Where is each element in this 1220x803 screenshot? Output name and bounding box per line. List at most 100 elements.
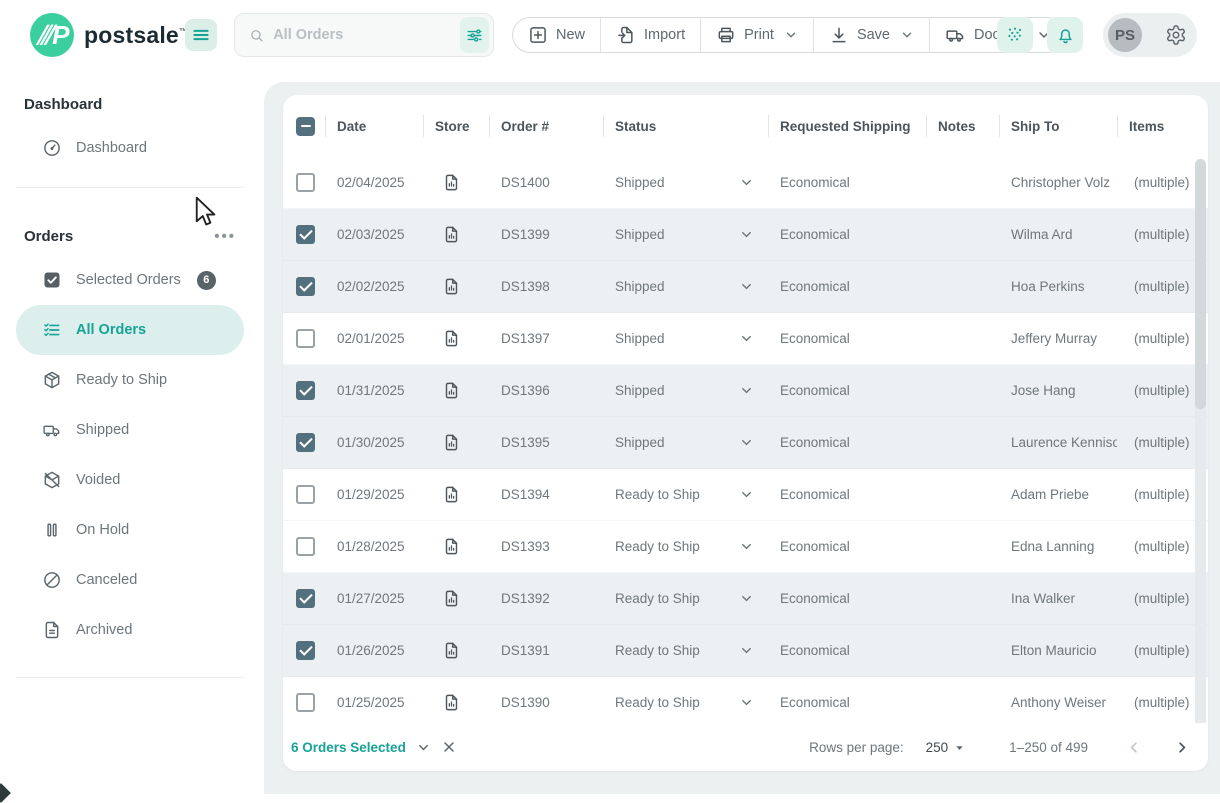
row-checkbox[interactable] [296, 485, 315, 504]
table-row[interactable]: 02/02/2025 DS1398 Shipped Economical Hoa… [283, 261, 1208, 313]
pause-icon [42, 520, 62, 540]
rows-per-page-select[interactable]: 250 [926, 740, 968, 755]
row-checkbox[interactable] [296, 641, 315, 660]
scrollbar-thumb[interactable] [1195, 159, 1206, 409]
status-dropdown-chevron-icon[interactable] [739, 591, 754, 606]
row-checkbox[interactable] [296, 277, 315, 296]
hamburger-menu-button[interactable] [185, 19, 217, 51]
column-header-requested-shipping[interactable]: Requested Shipping [768, 95, 926, 157]
column-header-items[interactable]: Items [1117, 95, 1208, 157]
sidebar-item-dashboard[interactable]: Dashboard [0, 123, 260, 173]
status-dropdown-chevron-icon[interactable] [739, 487, 754, 502]
selected-orders-badge: 6 [197, 271, 216, 290]
sidebar-item-all-orders[interactable]: All Orders [16, 305, 244, 355]
order-date: 01/26/2025 [325, 643, 423, 658]
hamburger-icon [191, 25, 211, 45]
select-all-checkbox[interactable] [296, 117, 315, 136]
save-button[interactable]: Save [813, 18, 929, 52]
previous-page-button[interactable] [1126, 739, 1143, 756]
notifications-button[interactable] [1047, 17, 1083, 53]
table-row[interactable]: 02/01/2025 DS1397 Shipped Economical Jef… [283, 313, 1208, 365]
status-dropdown-chevron-icon[interactable] [739, 643, 754, 658]
sidebar-item-label: Archived [76, 622, 132, 638]
sidebar-divider [16, 677, 244, 678]
new-order-button[interactable]: New [513, 18, 600, 52]
status-dropdown-chevron-icon[interactable] [739, 539, 754, 554]
sidebar-item-shipped[interactable]: Shipped [0, 405, 260, 455]
order-date: 01/29/2025 [325, 487, 423, 502]
order-status: Ready to Ship [615, 591, 700, 606]
order-number: DS1396 [489, 383, 603, 398]
ship-to-name: Jose Hang [999, 383, 1117, 398]
ship-to-name: Jeffery Murray [999, 331, 1117, 346]
store-document-icon [442, 537, 461, 556]
search-input[interactable] [273, 27, 460, 43]
requested-shipping: Economical [768, 539, 926, 554]
table-row[interactable]: 02/03/2025 DS1399 Shipped Economical Wil… [283, 209, 1208, 261]
order-date: 01/27/2025 [325, 591, 423, 606]
row-checkbox[interactable] [296, 693, 315, 712]
sidebar-item-voided[interactable]: Voided [0, 455, 260, 505]
row-checkbox[interactable] [296, 589, 315, 608]
orders-menu-button[interactable]: ••• [214, 234, 236, 240]
row-checkbox[interactable] [296, 225, 315, 244]
next-page-button[interactable] [1173, 739, 1190, 756]
column-header-order[interactable]: Order # [489, 95, 603, 157]
clear-selection-icon[interactable] [441, 739, 457, 755]
search-icon [249, 26, 264, 45]
sidebar-item-on-hold[interactable]: On Hold [0, 505, 260, 555]
column-header-notes[interactable]: Notes [926, 95, 999, 157]
printer-icon [716, 25, 736, 45]
sidebar-item-label: Canceled [76, 572, 137, 588]
requested-shipping: Economical [768, 175, 926, 190]
scan-dots-button[interactable] [997, 17, 1033, 53]
sidebar-item-canceled[interactable]: Canceled [0, 555, 260, 605]
status-dropdown-chevron-icon[interactable] [739, 383, 754, 398]
print-button[interactable]: Print [700, 18, 813, 52]
table-row[interactable]: 01/27/2025 DS1392 Ready to Ship Economic… [283, 573, 1208, 625]
row-checkbox[interactable] [296, 173, 315, 192]
order-number: DS1391 [489, 643, 603, 658]
table-row[interactable]: 01/26/2025 DS1391 Ready to Ship Economic… [283, 625, 1208, 677]
top-bar: ⫻P postsale™ New Import Print Save [0, 0, 1220, 70]
table-row[interactable]: 01/25/2025 DS1390 Ready to Ship Economic… [283, 677, 1208, 729]
table-row[interactable]: 01/29/2025 DS1394 Ready to Ship Economic… [283, 469, 1208, 521]
table-row[interactable]: 01/30/2025 DS1395 Shipped Economical Lau… [283, 417, 1208, 469]
status-dropdown-chevron-icon[interactable] [739, 331, 754, 346]
order-date: 02/02/2025 [325, 279, 423, 294]
app-logo[interactable]: ⫻P postsale™ [30, 13, 188, 57]
sidebar-item-archived[interactable]: Archived [0, 605, 260, 655]
status-dropdown-chevron-icon[interactable] [739, 279, 754, 294]
gear-icon[interactable] [1165, 24, 1187, 46]
sidebar-item-ready-to-ship[interactable]: Ready to Ship [0, 355, 260, 405]
table-row[interactable]: 01/31/2025 DS1396 Shipped Economical Jos… [283, 365, 1208, 417]
selection-chevron-down-icon[interactable] [416, 740, 431, 755]
status-dropdown-chevron-icon[interactable] [739, 435, 754, 450]
status-dropdown-chevron-icon[interactable] [739, 695, 754, 710]
order-number: DS1394 [489, 487, 603, 502]
order-status: Shipped [615, 331, 665, 346]
rows-per-page-value: 250 [926, 740, 949, 755]
column-header-date[interactable]: Date [325, 95, 423, 157]
table-scrollbar[interactable] [1195, 159, 1206, 767]
column-header-ship-to[interactable]: Ship To [999, 95, 1117, 157]
table-row[interactable]: 01/28/2025 DS1393 Ready to Ship Economic… [283, 521, 1208, 573]
bell-icon [1055, 25, 1076, 46]
status-dropdown-chevron-icon[interactable] [739, 175, 754, 190]
logo-icon: ⫻P [30, 13, 74, 57]
table-row[interactable]: 02/04/2025 DS1400 Shipped Economical Chr… [283, 157, 1208, 209]
sidebar-item-selected-orders[interactable]: Selected Orders 6 [0, 255, 260, 305]
row-checkbox[interactable] [296, 433, 315, 452]
import-button[interactable]: Import [600, 18, 700, 52]
column-header-store[interactable]: Store [423, 95, 489, 157]
row-checkbox[interactable] [296, 329, 315, 348]
sidebar-item-label: On Hold [76, 522, 129, 538]
search-bar[interactable] [234, 13, 494, 57]
search-filter-button[interactable] [460, 17, 489, 53]
row-checkbox[interactable] [296, 381, 315, 400]
selected-orders-label[interactable]: 6 Orders Selected [291, 740, 406, 755]
avatar[interactable]: PS [1108, 18, 1142, 52]
status-dropdown-chevron-icon[interactable] [739, 227, 754, 242]
row-checkbox[interactable] [296, 537, 315, 556]
column-header-status[interactable]: Status [603, 95, 768, 157]
